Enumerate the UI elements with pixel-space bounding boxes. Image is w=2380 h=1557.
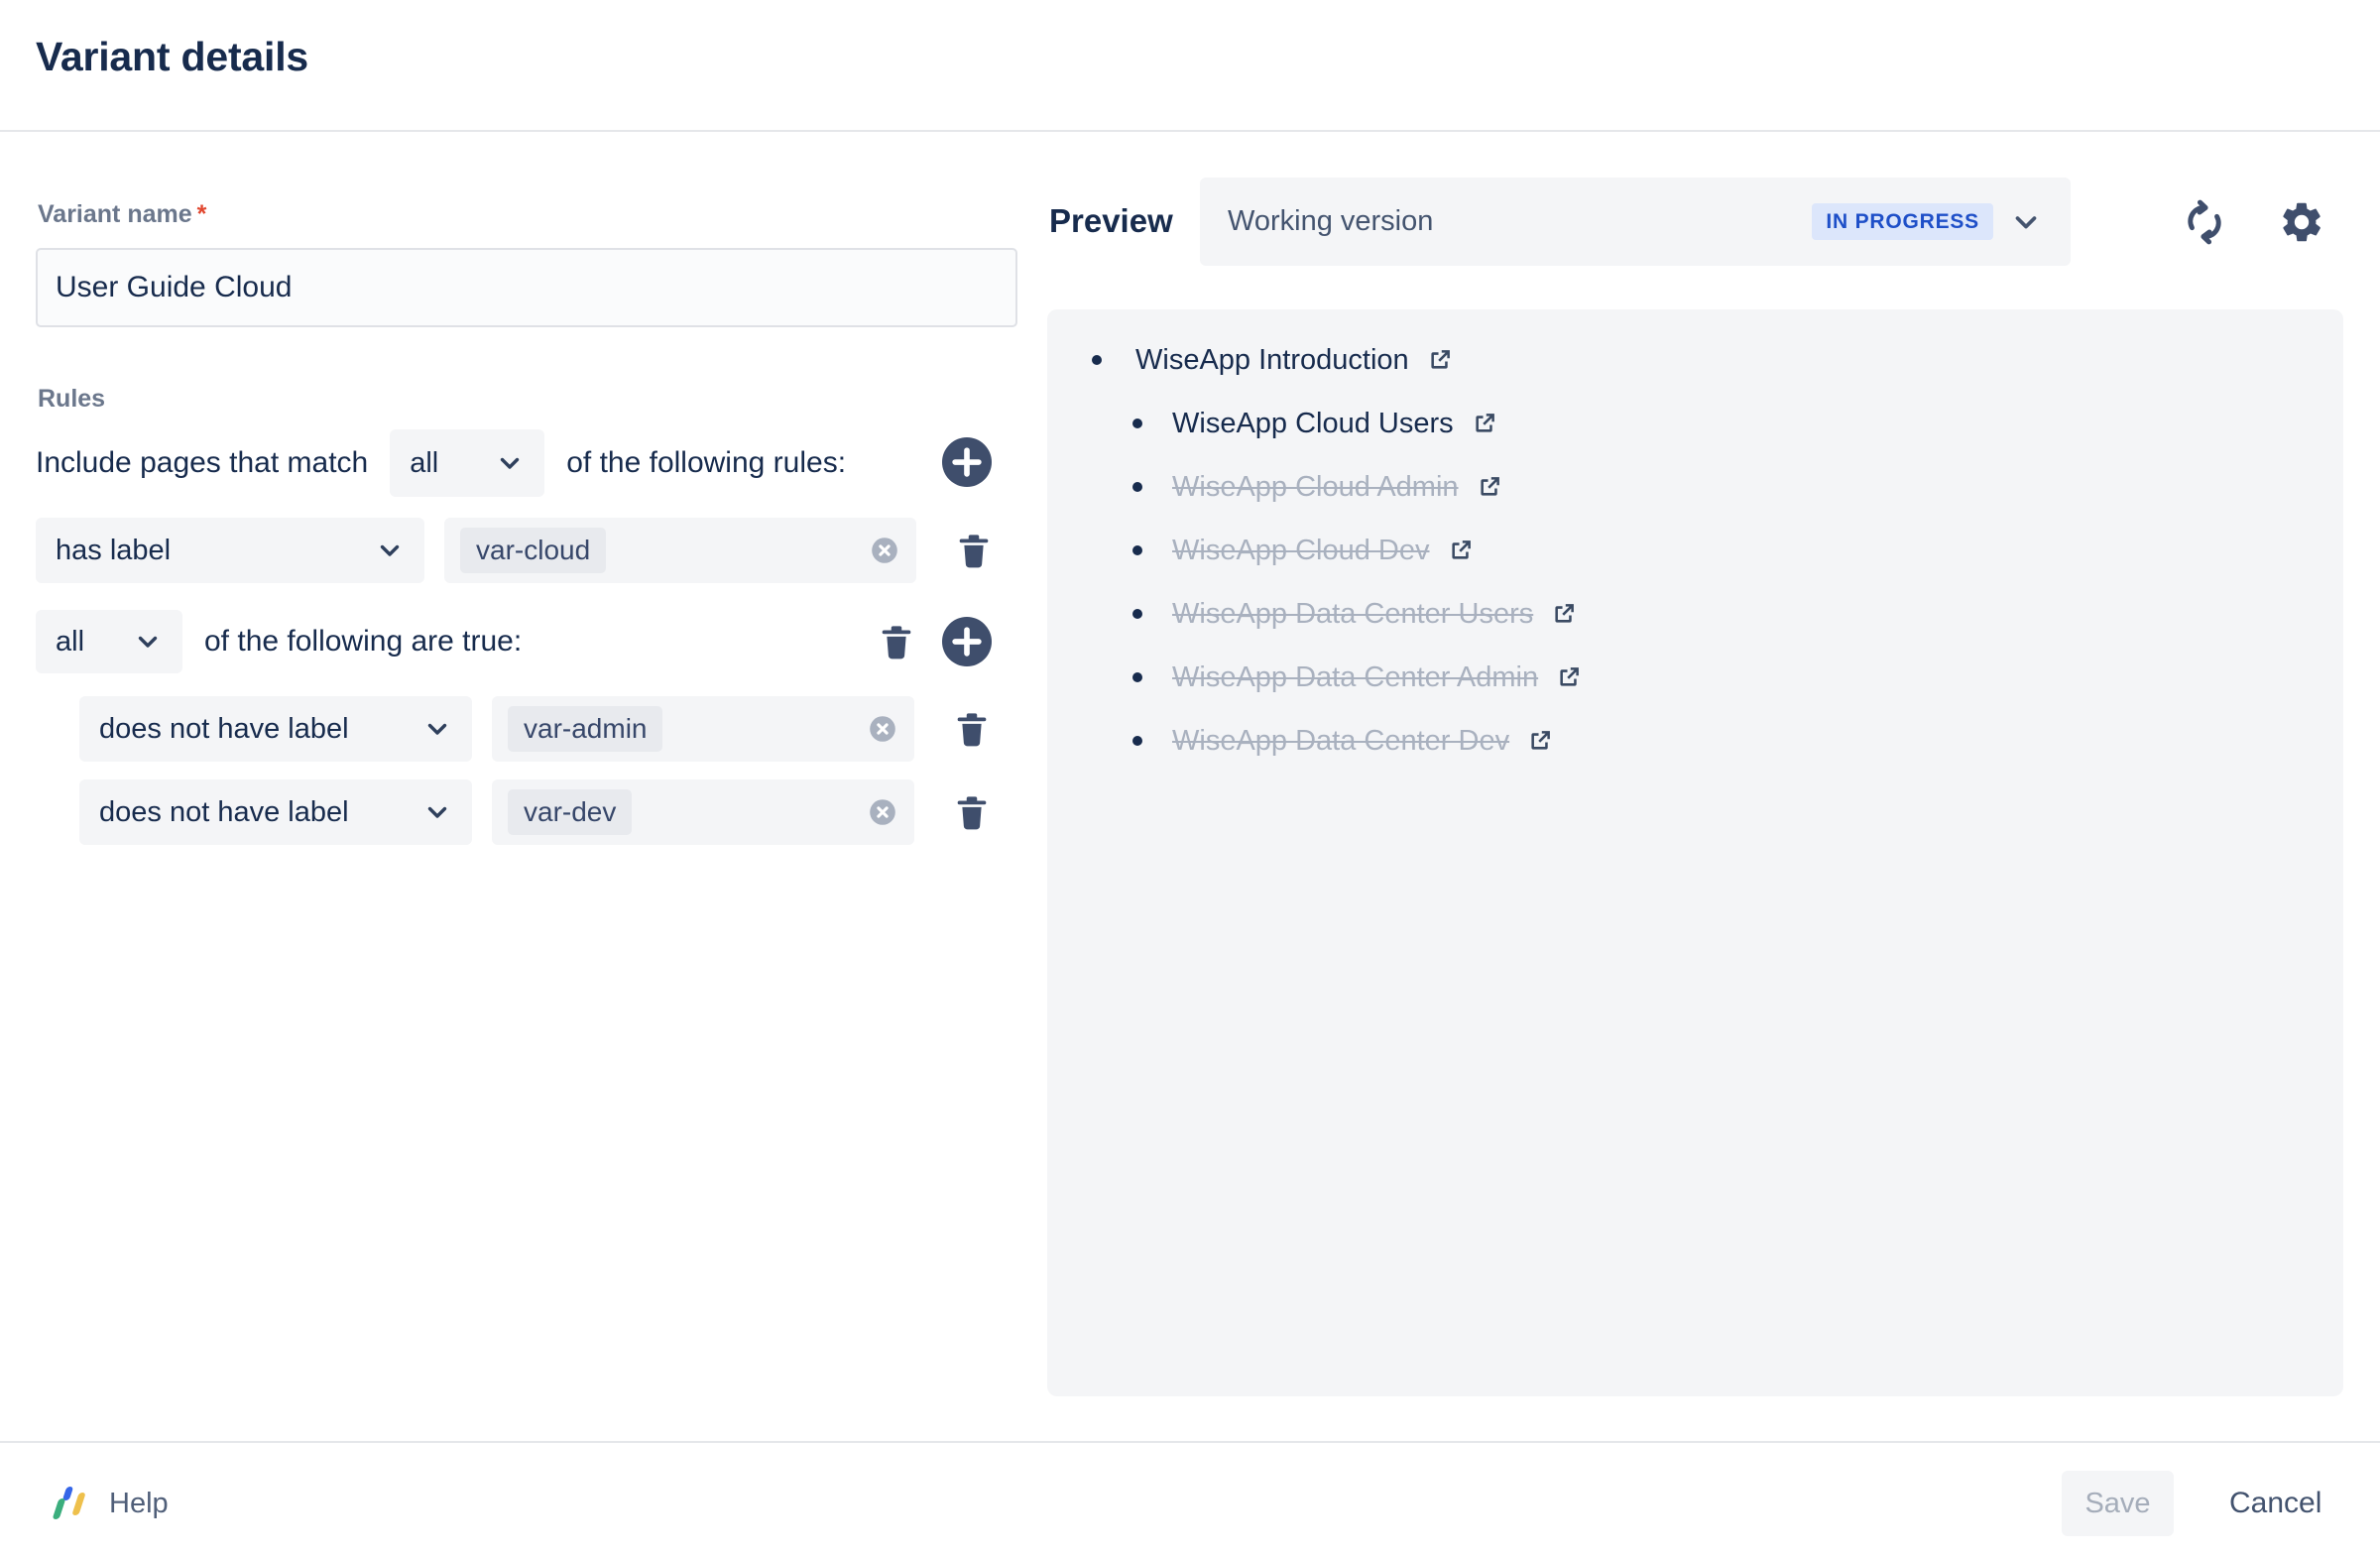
save-button[interactable]: Save — [2062, 1471, 2174, 1536]
page-link[interactable]: WiseApp Data Center Users — [1172, 598, 1533, 631]
variant-name-label: Variant name* — [38, 200, 206, 229]
rule-row: has label var-cloud — [36, 518, 996, 583]
circle-x-icon — [867, 796, 898, 828]
plus-icon — [942, 437, 992, 487]
trash-icon — [951, 706, 993, 752]
gear-icon — [2278, 198, 2325, 246]
cancel-button[interactable]: Cancel — [2209, 1471, 2341, 1536]
page-tree: WiseApp Introduction WiseApp Cloud Users… — [1047, 328, 2343, 773]
brand-logo-icon — [54, 1487, 91, 1520]
preview-panel: WiseApp Introduction WiseApp Cloud Users… — [1047, 309, 2343, 1396]
page-tree-item-excluded: WiseApp Data Center Admin — [1047, 646, 2343, 709]
clear-label-button[interactable] — [867, 796, 898, 828]
refresh-preview-button[interactable] — [2178, 195, 2231, 249]
bullet — [1132, 419, 1142, 428]
match-suffix-text: of the following rules: — [566, 446, 846, 480]
refresh-icon — [2179, 196, 2230, 248]
page-tree-item-excluded: WiseApp Data Center Dev — [1047, 709, 2343, 773]
variant-details-dialog: Variant details Variant name* Rules Incl… — [0, 0, 2380, 1557]
rule-value-field[interactable]: var-admin — [492, 696, 914, 762]
version-name: Working version — [1228, 205, 1433, 238]
required-marker: * — [197, 200, 207, 228]
group-suffix-text: of the following are true: — [204, 625, 522, 659]
external-link-icon[interactable] — [1525, 727, 1554, 756]
chevron-down-icon — [495, 448, 525, 478]
add-group-rule-button[interactable] — [942, 617, 992, 666]
help-link[interactable]: Help — [54, 1480, 169, 1527]
logo-stroke-green — [53, 1498, 66, 1519]
page-tree-item-excluded: WiseApp Cloud Dev — [1047, 519, 2343, 582]
page-link[interactable]: WiseApp Data Center Admin — [1172, 661, 1538, 694]
variant-name-input[interactable] — [36, 248, 1017, 327]
rule-condition-select[interactable]: does not have label — [79, 779, 472, 845]
external-link-icon[interactable] — [1425, 346, 1454, 375]
external-link-icon[interactable] — [1475, 473, 1503, 502]
version-selector[interactable]: Working version IN PROGRESS — [1200, 178, 2071, 266]
page-tree-item: WiseApp Introduction — [1047, 328, 2343, 392]
page-link[interactable]: WiseApp Cloud Dev — [1172, 535, 1430, 567]
bullet — [1132, 545, 1142, 555]
page-link[interactable]: WiseApp Introduction — [1135, 344, 1409, 377]
bullet — [1092, 355, 1102, 365]
delete-rule-button[interactable] — [952, 526, 996, 575]
chevron-down-icon — [422, 797, 452, 827]
clear-label-button[interactable] — [869, 535, 900, 566]
trash-icon — [953, 528, 995, 573]
delete-rule-button[interactable] — [950, 787, 994, 837]
match-operator-select[interactable]: all — [390, 429, 544, 497]
help-label: Help — [109, 1488, 169, 1520]
external-link-icon[interactable] — [1554, 663, 1583, 692]
bullet — [1132, 672, 1142, 682]
trash-icon — [876, 619, 917, 664]
clear-label-button[interactable] — [867, 713, 898, 745]
rule-condition-select[interactable]: does not have label — [79, 696, 472, 762]
add-rule-button[interactable] — [942, 437, 992, 487]
chevron-down-icon — [133, 627, 163, 657]
circle-x-icon — [869, 535, 900, 566]
header-divider — [0, 130, 2380, 132]
external-link-icon[interactable] — [1446, 537, 1475, 565]
preview-heading: Preview — [1049, 202, 1173, 240]
rule-value-field[interactable]: var-dev — [492, 779, 914, 845]
plus-icon — [942, 617, 992, 666]
chevron-down-icon — [375, 536, 405, 565]
label-tag: var-cloud — [460, 528, 606, 573]
status-badge: IN PROGRESS — [1812, 203, 1993, 240]
bullet — [1132, 609, 1142, 619]
logo-stroke-yellow — [71, 1493, 85, 1515]
external-link-icon[interactable] — [1549, 600, 1578, 629]
page-link[interactable]: WiseApp Cloud Admin — [1172, 471, 1459, 504]
label-tag: var-dev — [508, 789, 632, 835]
group-operator-select[interactable]: all — [36, 610, 182, 673]
preview-settings-button[interactable] — [2275, 195, 2328, 249]
delete-group-button[interactable] — [875, 617, 918, 666]
external-link-icon[interactable] — [1470, 410, 1498, 438]
rule-condition-select[interactable]: has label — [36, 518, 424, 583]
match-prefix-text: Include pages that match — [36, 446, 368, 480]
page-link[interactable]: WiseApp Cloud Users — [1172, 408, 1454, 440]
nested-rule-row: does not have label var-admin — [79, 696, 994, 762]
page-link[interactable]: WiseApp Data Center Dev — [1172, 725, 1509, 758]
page-tree-item-excluded: WiseApp Data Center Users — [1047, 582, 2343, 646]
delete-rule-button[interactable] — [950, 704, 994, 754]
trash-icon — [951, 789, 993, 835]
chevron-down-icon — [2009, 205, 2043, 239]
footer-divider — [0, 1441, 2380, 1443]
page-tree-item-excluded: WiseApp Cloud Admin — [1047, 455, 2343, 519]
nested-rule-row: does not have label var-dev — [79, 779, 994, 845]
label-tag: var-admin — [508, 706, 662, 752]
page-tree-item: WiseApp Cloud Users — [1047, 392, 2343, 455]
rule-group-header: all of the following are true: — [36, 609, 522, 674]
rule-value-field[interactable]: var-cloud — [444, 518, 916, 583]
page-title: Variant details — [36, 34, 308, 80]
bullet — [1132, 736, 1142, 746]
match-rule-row: Include pages that match all of the foll… — [36, 428, 846, 498]
chevron-down-icon — [422, 714, 452, 744]
circle-x-icon — [867, 713, 898, 745]
rules-heading: Rules — [38, 385, 105, 414]
bullet — [1132, 482, 1142, 492]
